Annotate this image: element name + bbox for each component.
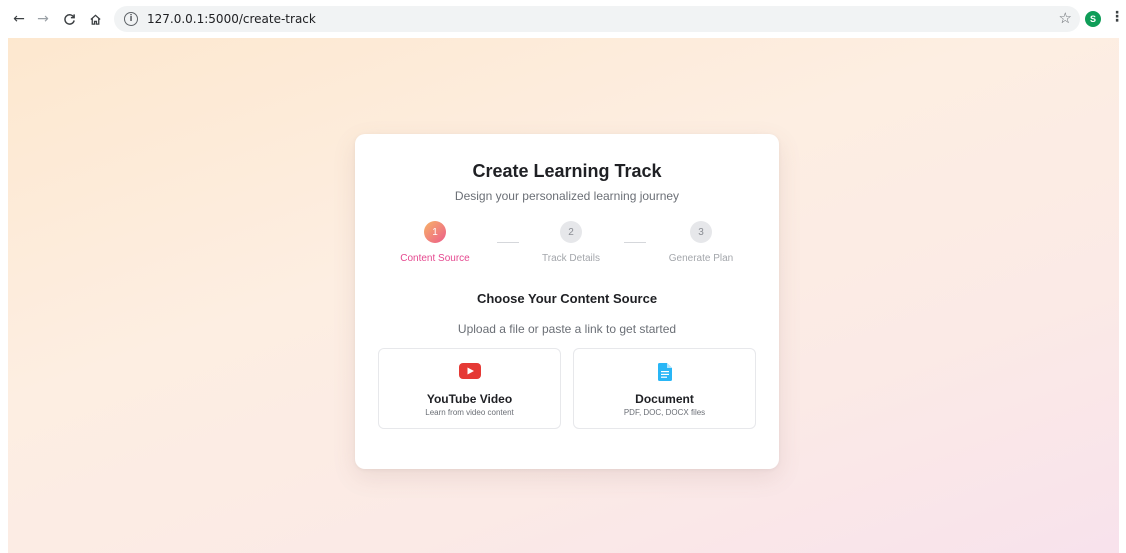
browser-toolbar: ← → i 127.0.0.1:5000/create-track ☆ S ⋮: [0, 0, 1126, 38]
section-subtitle: Upload a file or paste a link to get sta…: [457, 322, 677, 336]
youtube-video-description: Learn from video content: [425, 408, 514, 417]
page-subtitle: Design your personalized learning journe…: [454, 189, 680, 203]
address-bar[interactable]: i 127.0.0.1:5000/create-track ☆: [114, 6, 1080, 32]
url-text: 127.0.0.1:5000/create-track: [147, 12, 316, 26]
step-1-label: Content Source: [400, 253, 470, 264]
back-arrow-icon[interactable]: ←: [8, 8, 30, 30]
kebab-menu-icon[interactable]: ⋮: [1110, 9, 1124, 25]
section-title: Choose Your Content Source: [476, 291, 658, 306]
step-connector: [497, 242, 519, 243]
youtube-icon: [458, 363, 481, 379]
youtube-video-label: YouTube Video: [426, 392, 513, 406]
create-track-card: Create Learning Track Design your person…: [355, 134, 779, 469]
page-viewport: Create Learning Track Design your person…: [8, 38, 1119, 553]
document-description: PDF, DOC, DOCX files: [623, 408, 706, 417]
step-3-label: Generate Plan: [668, 253, 734, 264]
info-icon[interactable]: i: [124, 12, 138, 26]
document-icon: [657, 363, 672, 381]
step-2-indicator[interactable]: 2: [560, 221, 582, 243]
youtube-video-option[interactable]: YouTube Video Learn from video content: [378, 348, 561, 429]
page-title: Create Learning Track: [472, 161, 662, 181]
step-1-indicator[interactable]: 1: [424, 221, 446, 243]
reload-icon[interactable]: [58, 8, 80, 30]
avatar[interactable]: S: [1085, 11, 1101, 27]
document-label: Document: [635, 392, 694, 406]
step-3-indicator[interactable]: 3: [690, 221, 712, 243]
forward-arrow-icon[interactable]: →: [32, 8, 54, 30]
home-icon[interactable]: [84, 8, 106, 30]
step-connector: [624, 242, 646, 243]
step-2-label: Track Details: [542, 253, 600, 264]
document-option[interactable]: Document PDF, DOC, DOCX files: [573, 348, 756, 429]
star-icon[interactable]: ☆: [1059, 9, 1072, 27]
